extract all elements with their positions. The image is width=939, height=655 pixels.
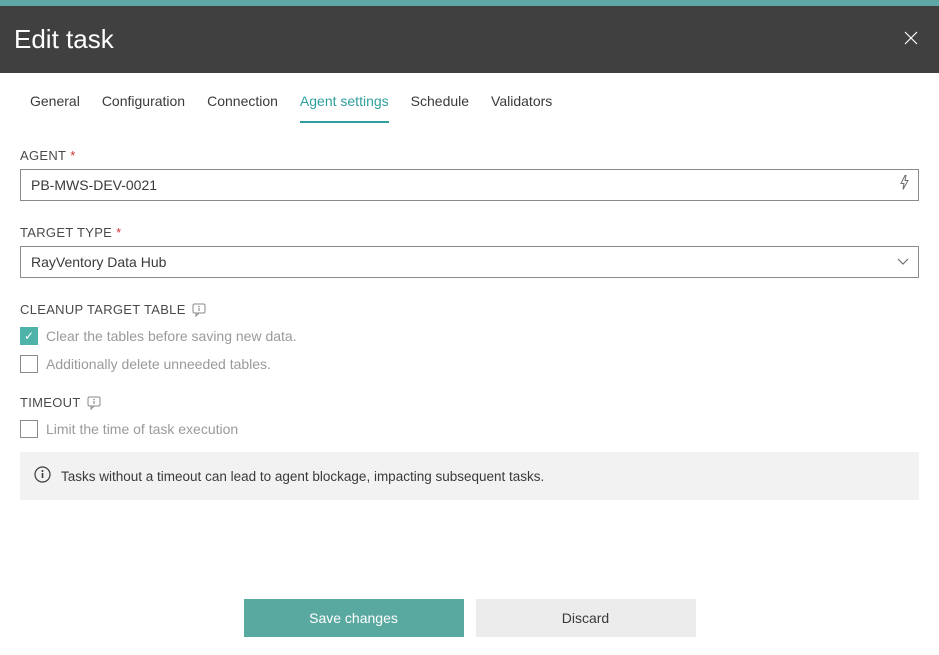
cleanup-section-label: CLEANUP TARGET TABLE xyxy=(20,302,919,317)
dialog-header: Edit task xyxy=(0,6,939,73)
tab-general[interactable]: General xyxy=(30,81,80,123)
cleanup-label-text: CLEANUP TARGET TABLE xyxy=(20,302,186,317)
lightning-icon[interactable] xyxy=(898,175,911,196)
tab-agent-settings[interactable]: Agent settings xyxy=(300,81,389,123)
info-icon xyxy=(34,466,51,486)
tab-validators[interactable]: Validators xyxy=(491,81,552,123)
timeout-info-banner: Tasks without a timeout can lead to agen… xyxy=(20,452,919,500)
target-type-label: TARGET TYPE * xyxy=(20,225,919,240)
tooltip-icon[interactable] xyxy=(192,303,208,317)
tab-bar: General Configuration Connection Agent s… xyxy=(0,81,939,124)
tab-schedule[interactable]: Schedule xyxy=(411,81,469,123)
target-type-select[interactable]: RayVentory Data Hub xyxy=(20,246,919,278)
agent-label-text: AGENT xyxy=(20,148,66,163)
clear-tables-row: Clear the tables before saving new data. xyxy=(20,327,919,345)
agent-label: AGENT * xyxy=(20,148,919,163)
target-type-select-wrap: RayVentory Data Hub xyxy=(20,246,919,278)
target-type-label-text: TARGET TYPE xyxy=(20,225,112,240)
tooltip-icon[interactable] xyxy=(87,396,103,410)
limit-time-checkbox[interactable] xyxy=(20,420,38,438)
agent-input[interactable] xyxy=(20,169,919,201)
clear-tables-checkbox[interactable] xyxy=(20,327,38,345)
agent-input-wrap xyxy=(20,169,919,201)
clear-tables-label: Clear the tables before saving new data. xyxy=(46,328,297,344)
timeout-section-label: TIMEOUT xyxy=(20,395,919,410)
close-icon xyxy=(903,30,919,46)
dialog-footer: Save changes Discard xyxy=(0,599,939,637)
limit-time-row: Limit the time of task execution xyxy=(20,420,919,438)
tab-configuration[interactable]: Configuration xyxy=(102,81,185,123)
required-asterisk-icon: * xyxy=(116,225,121,240)
timeout-label-text: TIMEOUT xyxy=(20,395,81,410)
close-button[interactable] xyxy=(903,30,919,50)
delete-unneeded-label: Additionally delete unneeded tables. xyxy=(46,356,271,372)
timeout-info-text: Tasks without a timeout can lead to agen… xyxy=(61,469,544,484)
required-asterisk-icon: * xyxy=(70,148,75,163)
delete-unneeded-checkbox[interactable] xyxy=(20,355,38,373)
discard-button[interactable]: Discard xyxy=(476,599,696,637)
delete-unneeded-row: Additionally delete unneeded tables. xyxy=(20,355,919,373)
dialog-title: Edit task xyxy=(14,24,114,55)
form-content: AGENT * TARGET TYPE * RayVentory Data Hu… xyxy=(0,124,939,500)
limit-time-label: Limit the time of task execution xyxy=(46,421,238,437)
save-button[interactable]: Save changes xyxy=(244,599,464,637)
tab-connection[interactable]: Connection xyxy=(207,81,278,123)
